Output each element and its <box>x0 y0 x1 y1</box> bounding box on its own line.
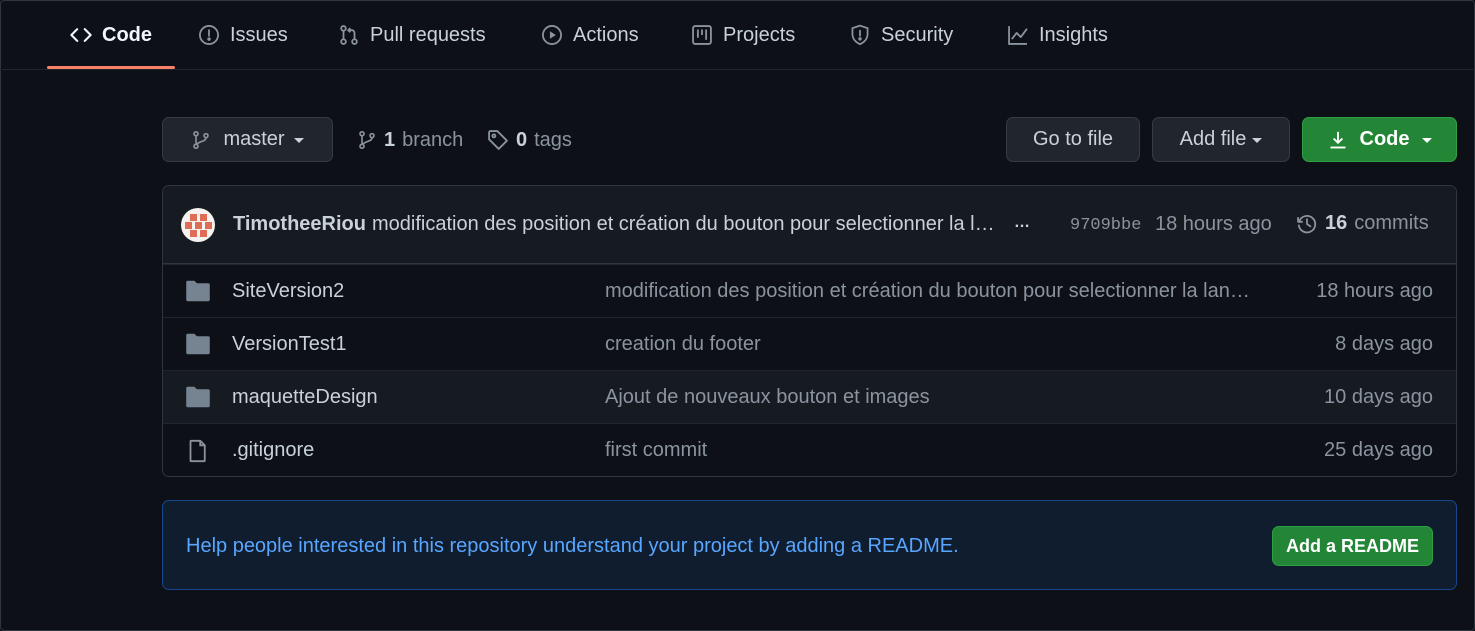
tab-security[interactable]: Security <box>848 0 953 70</box>
add-file-label: Add file <box>1179 128 1247 150</box>
branch-select-button[interactable]: master <box>162 117 333 162</box>
file-name-link[interactable]: maquetteDesign <box>232 386 378 409</box>
tab-actions-label: Actions <box>573 23 639 46</box>
folder-icon <box>185 333 211 357</box>
issue-icon <box>197 23 221 47</box>
file-icon <box>185 439 211 463</box>
tag-count-label: tags <box>534 128 572 151</box>
pull-request-icon <box>337 23 361 47</box>
branches-link[interactable]: 1 branch <box>357 122 463 158</box>
code-button-label: Code <box>1359 128 1410 150</box>
tab-security-label: Security <box>881 23 954 46</box>
tags-link[interactable]: 0 tags <box>487 122 572 158</box>
tab-pull-requests-label: Pull requests <box>370 23 486 46</box>
commit-count: 16 <box>1325 212 1348 234</box>
file-age: 18 hours ago <box>1316 280 1433 302</box>
table-row: .gitignore first commit 25 days ago <box>163 423 1456 476</box>
chevron-down-icon <box>293 138 304 143</box>
file-name-link[interactable]: .gitignore <box>232 439 314 462</box>
readme-banner: Help people interested in this repositor… <box>162 500 1457 590</box>
tab-insights-label: Insights <box>1039 23 1108 46</box>
commit-count-label: commits <box>1354 212 1429 234</box>
readme-banner-text: Help people interested in this repositor… <box>186 535 959 557</box>
file-name-link[interactable]: SiteVersion2 <box>232 280 344 303</box>
play-icon <box>540 23 564 47</box>
add-readme-button[interactable]: Add a README <box>1272 526 1433 566</box>
commits-link[interactable]: 16 commits <box>1296 212 1429 235</box>
file-commit-message[interactable]: modification des position et création du… <box>605 280 1255 303</box>
file-age: 8 days ago <box>1335 333 1433 355</box>
tab-issues[interactable]: Issues <box>197 0 288 70</box>
tab-issues-label: Issues <box>230 23 288 46</box>
tag-icon <box>487 129 509 151</box>
shield-icon <box>848 23 872 47</box>
commit-time: 18 hours ago <box>1155 213 1272 235</box>
tag-count: 0 <box>516 128 528 151</box>
commit-author[interactable]: TimotheeRiou <box>233 213 366 236</box>
download-icon <box>1328 130 1348 150</box>
tab-code[interactable]: Code <box>69 0 152 70</box>
tab-code-label: Code <box>102 23 152 46</box>
chevron-down-icon <box>1252 138 1263 143</box>
code-download-button[interactable]: Code <box>1302 117 1457 162</box>
table-row: SiteVersion2 modification des position e… <box>163 264 1456 317</box>
file-name-link[interactable]: VersionTest1 <box>232 333 347 356</box>
chevron-down-icon <box>1421 138 1432 143</box>
table-row: maquetteDesign Ajout de nouveaux bouton … <box>163 370 1456 423</box>
tab-actions[interactable]: Actions <box>540 0 639 70</box>
tab-projects[interactable]: Projects <box>690 0 795 70</box>
branch-icon <box>191 130 211 150</box>
file-age: 25 days ago <box>1324 439 1433 461</box>
latest-commit-bar: TimotheeRiou modification des position e… <box>163 186 1456 264</box>
code-icon <box>69 23 93 47</box>
commit-message[interactable]: modification des position et création du… <box>372 213 997 236</box>
tab-insights[interactable]: Insights <box>1006 0 1108 70</box>
go-to-file-label: Go to file <box>1032 128 1114 150</box>
table-row: VersionTest1 creation du footer 8 days a… <box>163 317 1456 370</box>
tab-projects-label: Projects <box>723 23 796 46</box>
file-commit-message[interactable]: creation du footer <box>605 333 1255 356</box>
add-file-button[interactable]: Add file <box>1152 117 1290 162</box>
history-icon <box>1296 213 1318 235</box>
file-commit-message[interactable]: Ajout de nouveaux bouton et images <box>605 386 1255 409</box>
branch-count: 1 <box>384 128 396 151</box>
folder-icon <box>185 386 211 410</box>
file-commit-message[interactable]: first commit <box>605 439 1255 462</box>
avatar[interactable] <box>181 208 215 242</box>
graph-icon <box>1006 23 1030 47</box>
go-to-file-button[interactable]: Go to file <box>1006 117 1140 162</box>
active-tab-underline <box>47 66 175 69</box>
commit-sha[interactable]: 9709bbe <box>1070 216 1141 235</box>
project-board-icon <box>690 23 714 47</box>
branch-count-icon <box>357 130 377 150</box>
folder-icon <box>185 280 211 304</box>
file-age: 10 days ago <box>1324 386 1433 408</box>
branch-count-label: branch <box>402 128 464 151</box>
branch-name: master <box>223 128 285 150</box>
commit-expand-button[interactable]: … <box>1008 214 1036 238</box>
file-list-box: TimotheeRiou modification des position e… <box>162 185 1457 477</box>
repo-nav: Code Issues Pull requests Actions Projec… <box>0 0 1475 70</box>
tab-pull-requests[interactable]: Pull requests <box>337 0 486 70</box>
